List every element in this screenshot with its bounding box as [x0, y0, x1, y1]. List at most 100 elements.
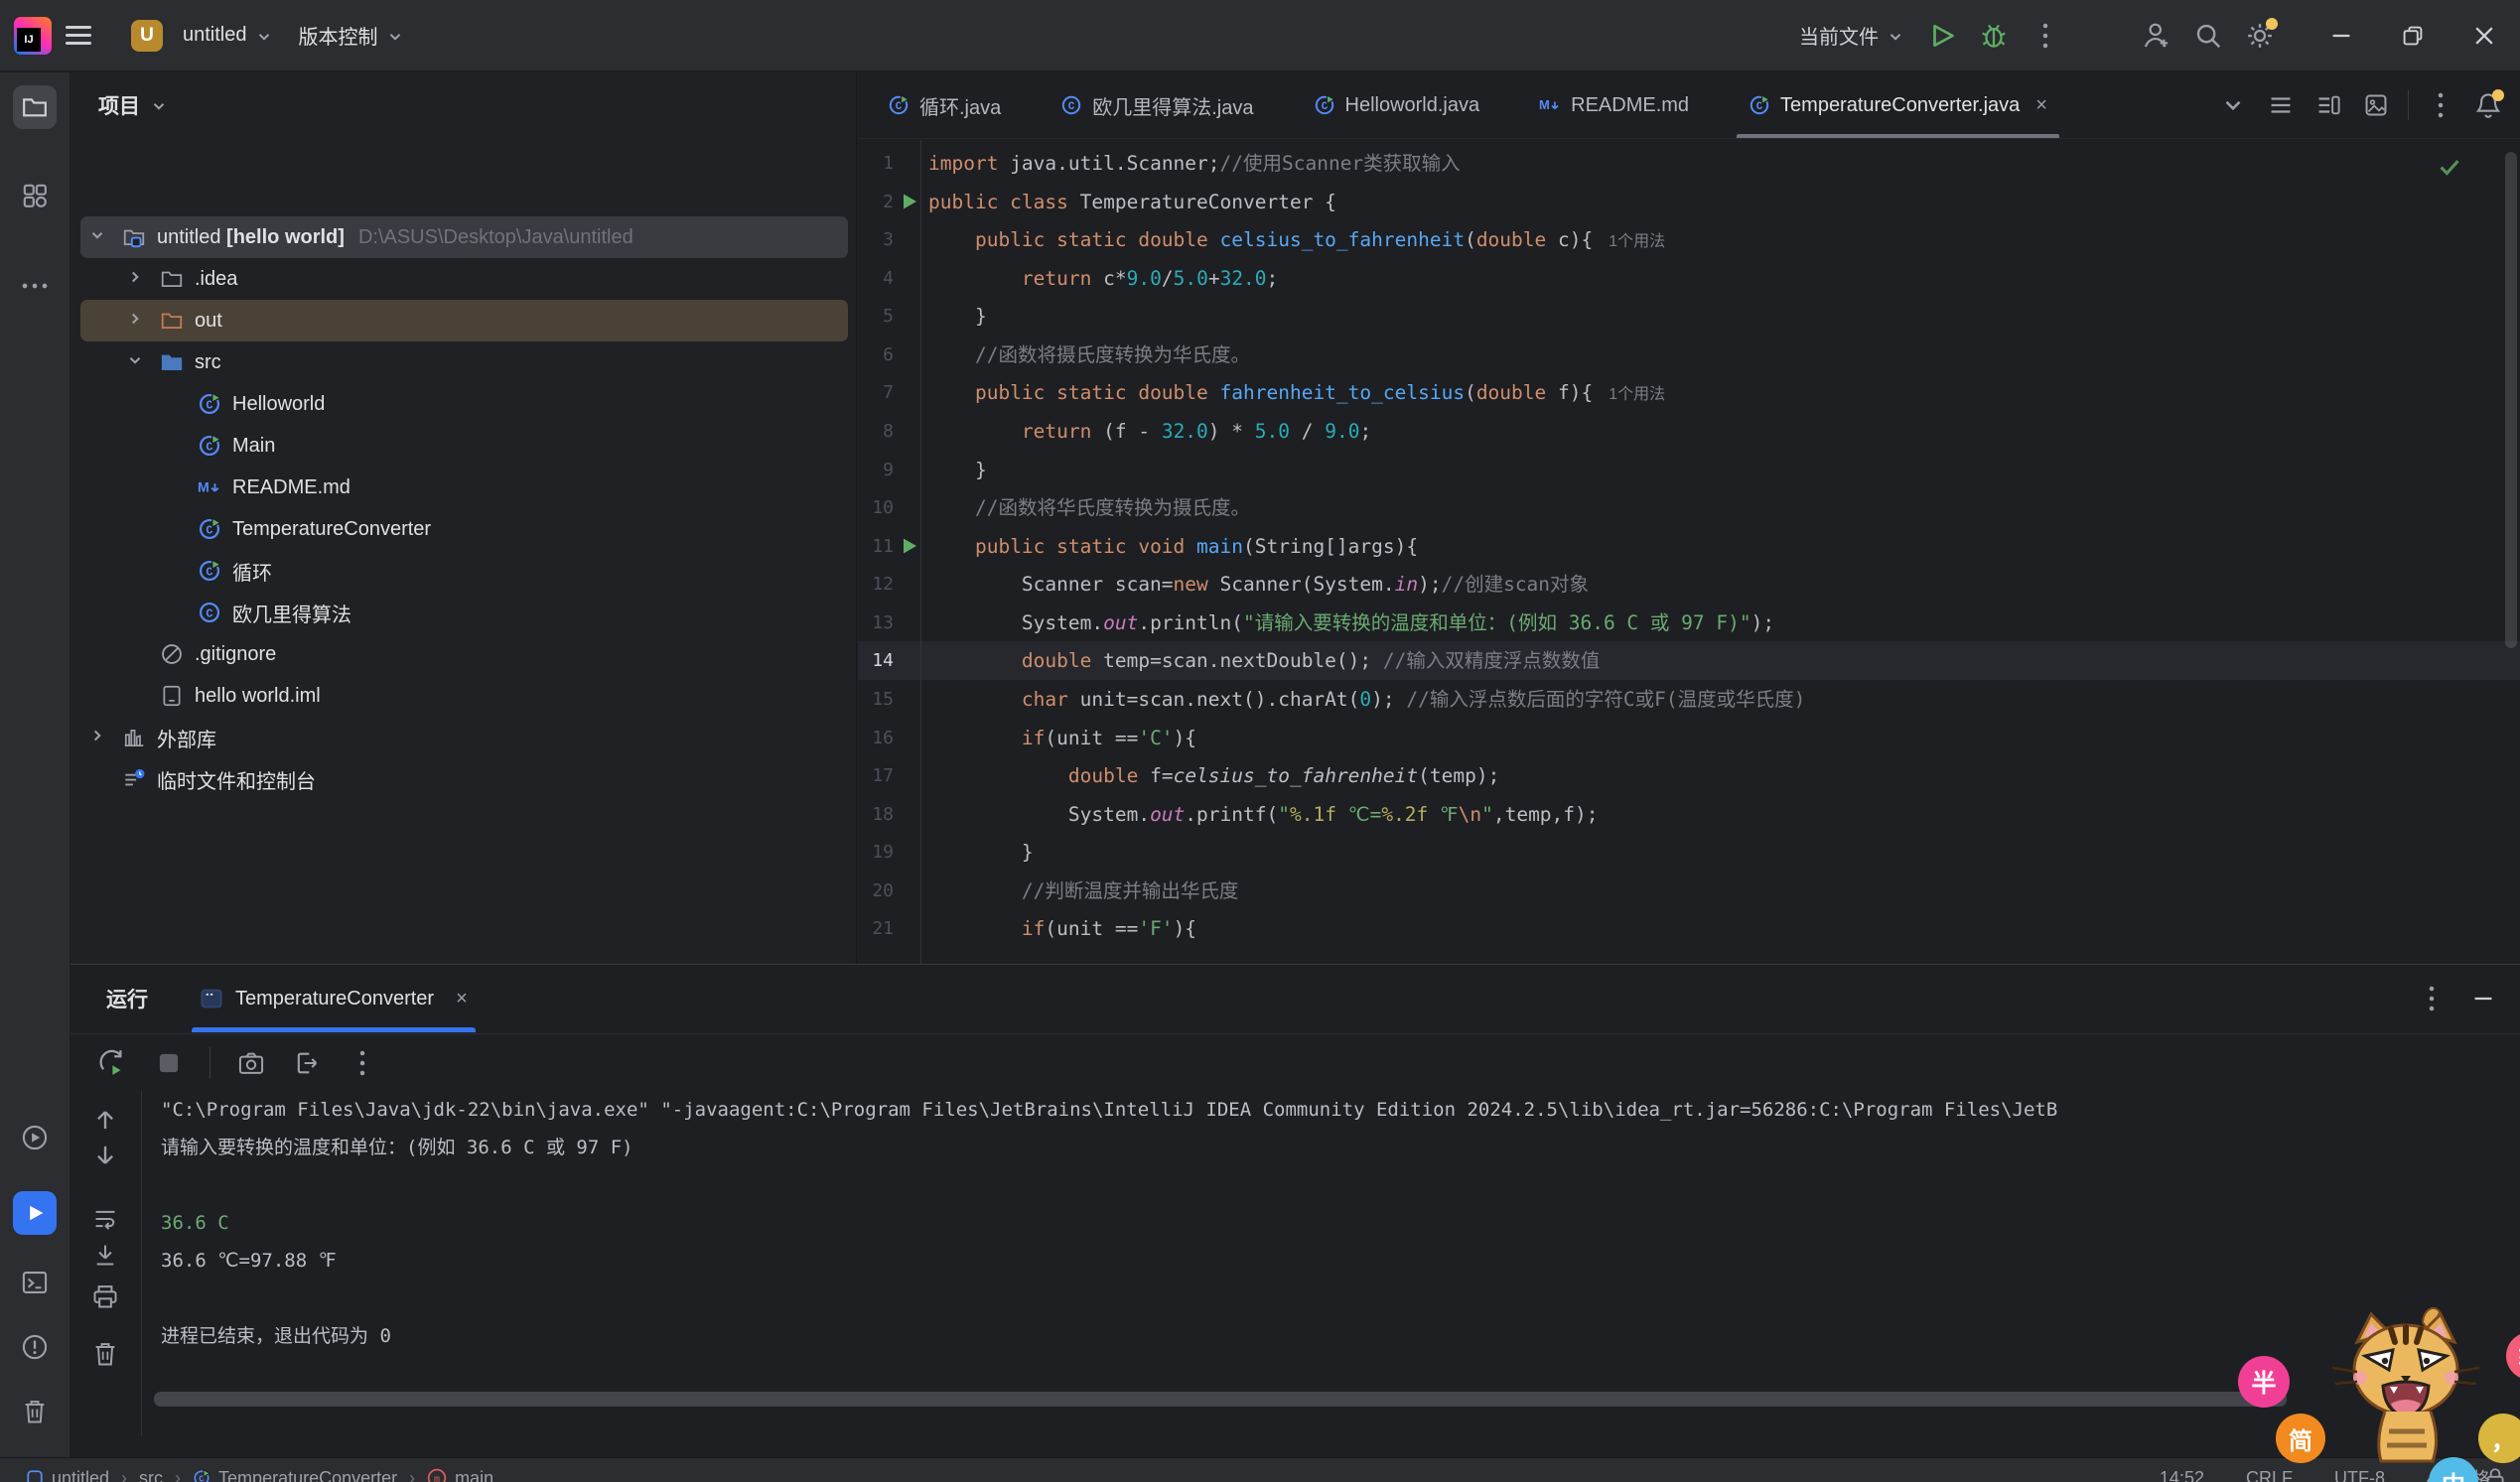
run-tab[interactable]: TemperatureConverter × [192, 965, 476, 1032]
breadcrumb-untitled[interactable]: untitled [26, 1468, 109, 1482]
more-tool-windows-button[interactable] [13, 264, 57, 308]
inspection-ok-icon[interactable] [2437, 154, 2462, 180]
console-more-button[interactable] [342, 1042, 383, 1084]
minimize-icon [2471, 987, 2495, 1010]
more-vertical-icon [357, 1048, 367, 1078]
more-actions-button[interactable] [2020, 10, 2071, 62]
close-icon[interactable]: × [456, 988, 468, 1010]
add-user-button[interactable] [2131, 10, 2182, 62]
tree-item-.gitignore[interactable]: .gitignore [80, 633, 848, 675]
breadcrumb-main[interactable]: mmain [427, 1468, 493, 1482]
tree-item-.idea[interactable]: .idea [80, 258, 848, 300]
chevron-down-icon[interactable] [88, 226, 110, 248]
split-editor-button[interactable] [2309, 85, 2348, 125]
run-gutter-icon[interactable] [900, 192, 919, 211]
breadcrumb-TemperatureConverter[interactable]: CTemperatureConverter [193, 1468, 397, 1482]
code-editor[interactable]: 1import java.util.Scanner;//使用Scanner类获取… [858, 140, 2520, 964]
search-button[interactable] [2182, 10, 2234, 62]
vcs-menu[interactable]: 版本控制 [285, 11, 416, 60]
line-number: 19 [858, 833, 894, 872]
status-widget-CRLF[interactable]: CRLF [2246, 1468, 2293, 1482]
scroll-to-end-button[interactable] [84, 1234, 126, 1276]
tree-item-out[interactable]: out [80, 300, 848, 341]
project-tool-window-button[interactable] [13, 85, 57, 129]
tree-item-label: Helloworld [232, 393, 325, 416]
editor-scrollbar[interactable] [2505, 152, 2517, 648]
inlay-hint[interactable]: 1个用法 [1609, 386, 1665, 403]
soft-wrap-icon [92, 1206, 118, 1232]
tree-item-TemperatureConverter[interactable]: CTemperatureConverter [80, 508, 848, 550]
clear-console-button[interactable] [84, 1333, 126, 1375]
editor-tab-欧几里得算法.java[interactable]: C欧几里得算法.java [1031, 72, 1283, 138]
chevron-down-icon[interactable] [126, 351, 148, 373]
editor-tab-TemperatureConverter.java[interactable]: CTemperatureConverter.java× [1719, 72, 2077, 138]
scratch-icon [122, 767, 146, 791]
chevron-right-icon[interactable] [88, 727, 110, 748]
editor-tab-循环.java[interactable]: C循环.java [858, 72, 1031, 138]
export-button[interactable] [286, 1042, 328, 1084]
run-icon [23, 1201, 47, 1225]
editor-tab-Helloworld.java[interactable]: CHelloworld.java [1284, 72, 1510, 138]
run-tool-window-button[interactable] [13, 1191, 57, 1235]
notifications-button[interactable] [2468, 85, 2508, 125]
lock-icon[interactable] [2484, 1466, 2506, 1482]
close-button[interactable] [2449, 0, 2520, 71]
rerun-icon [97, 1047, 129, 1079]
close-icon[interactable]: × [2035, 94, 2047, 117]
chevron-right-icon[interactable] [126, 268, 148, 290]
code-line-3: 3 public static double celsius_to_fahren… [858, 220, 2520, 259]
ime-badge-，[interactable]: ， [2478, 1414, 2520, 1463]
print-button[interactable] [84, 1276, 126, 1317]
problems-tool-window-button[interactable] [13, 1325, 57, 1369]
tree-item-label: hello world.iml [195, 685, 321, 708]
editor-tab-README.md[interactable]: MREADME.md [1509, 72, 1719, 138]
restore-button[interactable] [2377, 0, 2449, 71]
debug-button[interactable] [1968, 10, 2020, 62]
run-button[interactable] [1916, 10, 1968, 62]
line-number: 2 [858, 183, 894, 221]
tree-item-untitled[interactable]: untitled [hello world]D:\ASUS\Desktop\Ja… [80, 216, 848, 258]
tree-item-外部库[interactable]: 外部库 [80, 717, 848, 758]
breadcrumbs: untitled›src›CTemperatureConverter›mmain [26, 1458, 493, 1482]
tree-item-Main[interactable]: CMain [80, 425, 848, 467]
gutter-separator [920, 140, 921, 964]
ime-badge-半[interactable]: 半 [2238, 1356, 2290, 1408]
hide-panel-button[interactable] [2462, 978, 2504, 1019]
chevron-right-icon[interactable] [126, 310, 148, 332]
editor-more-button[interactable] [2421, 85, 2460, 125]
project-panel: 项目 untitled [hello world]D:\ASUS\Desktop… [70, 72, 857, 964]
tree-item-hello world.iml[interactable]: hello world.iml [80, 675, 848, 717]
console-horizontal-scrollbar[interactable] [154, 1392, 2287, 1407]
run-gutter-icon[interactable] [900, 536, 919, 556]
run-config-selector[interactable]: 当前文件 [1785, 11, 1916, 60]
breadcrumb-src[interactable]: src [139, 1468, 163, 1482]
main-menu-button[interactable] [52, 11, 105, 60]
run-panel-more-button[interactable] [2411, 978, 2452, 1019]
inlay-hint[interactable]: 1个用法 [1609, 233, 1665, 250]
tree-item-README.md[interactable]: MREADME.md [80, 467, 848, 508]
project-switcher[interactable]: untitled [169, 14, 285, 57]
settings-button[interactable] [2234, 10, 2286, 62]
terminal-tool-window-button[interactable] [13, 1261, 57, 1304]
class-run-icon: C [1314, 94, 1335, 116]
hidden-tabs-button[interactable] [2213, 85, 2253, 125]
project-panel-header[interactable]: 项目 [70, 72, 856, 138]
screenshot-button[interactable] [230, 1042, 272, 1084]
tree-item-循环[interactable]: C循环 [80, 550, 848, 592]
minimize-button[interactable] [2306, 0, 2377, 71]
next-occurrence-button[interactable] [84, 1135, 126, 1176]
tree-item-Helloworld[interactable]: CHelloworld [80, 383, 848, 425]
editor-list-button[interactable] [2261, 85, 2301, 125]
stop-button[interactable] [148, 1042, 190, 1084]
structure-tool-window-button[interactable] [13, 174, 57, 217]
services-tool-window-button[interactable] [13, 1116, 57, 1159]
preview-button[interactable] [2356, 85, 2396, 125]
tree-item-临时文件和控制台[interactable]: 临时文件和控制台 [80, 758, 848, 800]
delete-tool-window-button[interactable] [13, 1390, 57, 1433]
status-widget-14:52[interactable]: 14:52 [2160, 1468, 2204, 1482]
camera-icon [237, 1050, 265, 1076]
ime-badge-简[interactable]: 简 [2276, 1414, 2325, 1463]
tree-item-src[interactable]: src [80, 341, 848, 383]
tree-item-欧几里得算法[interactable]: C欧几里得算法 [80, 592, 848, 633]
rerun-button[interactable] [92, 1042, 134, 1084]
